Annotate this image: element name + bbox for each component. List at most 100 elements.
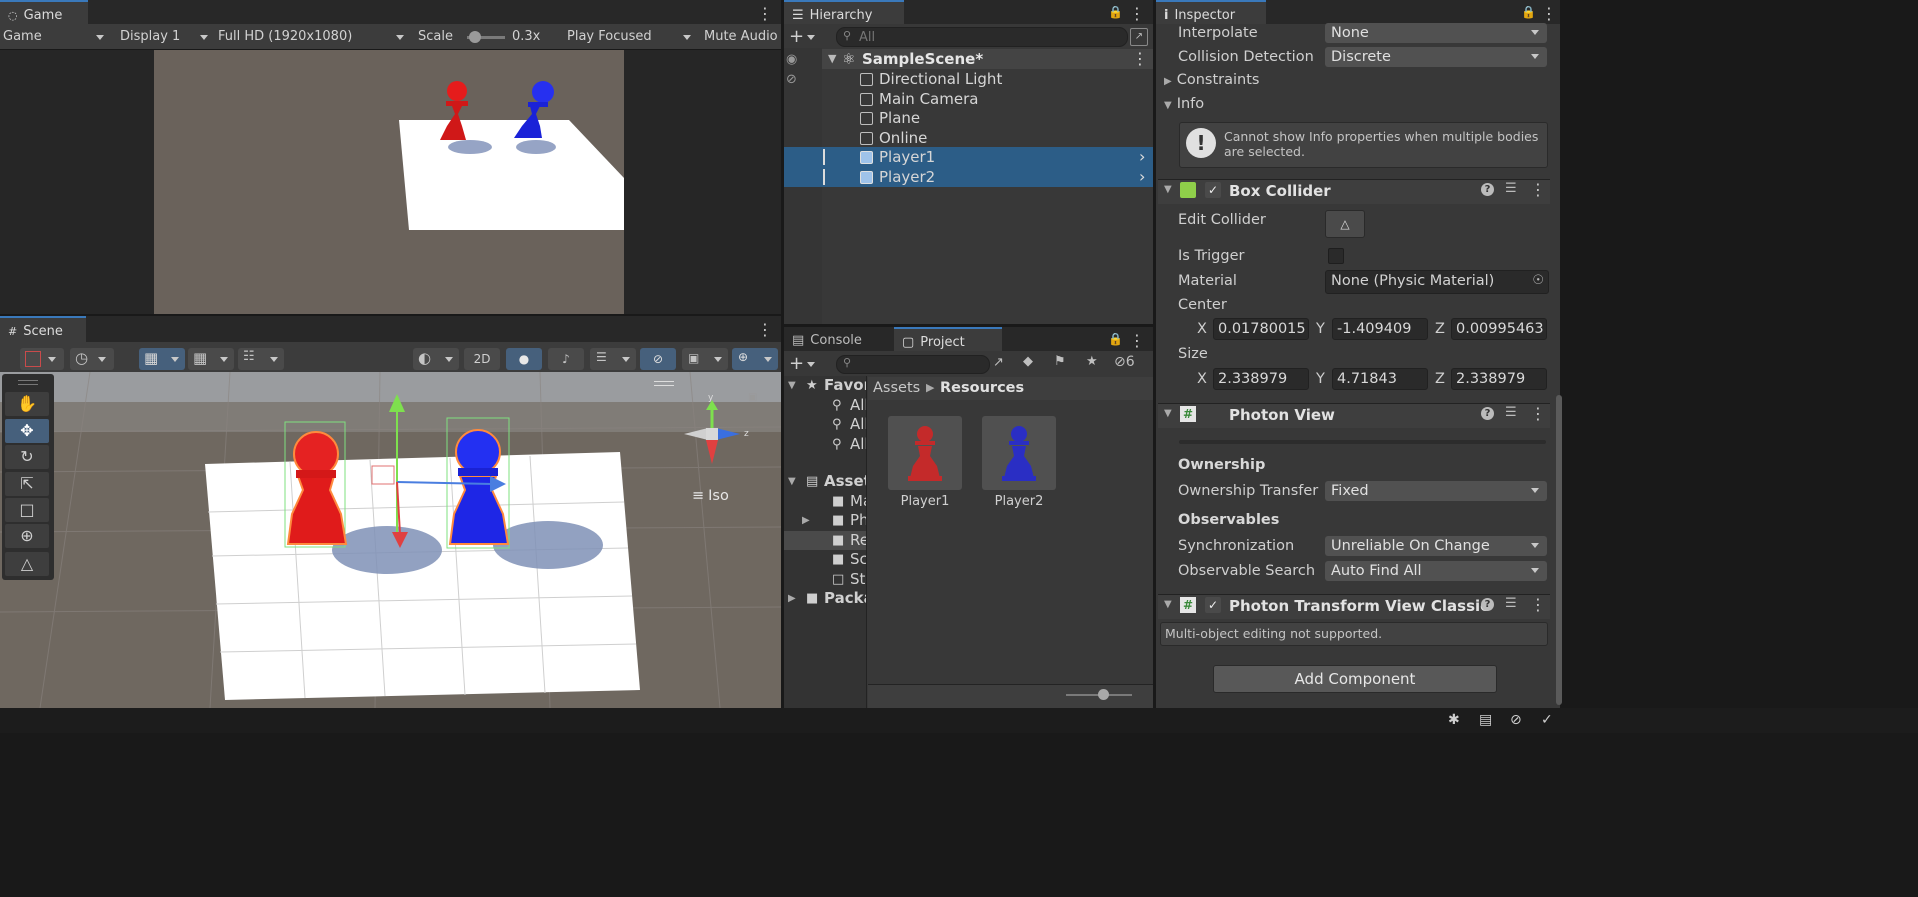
- project-tree-item[interactable]: ■ Resources: [784, 530, 866, 550]
- project-menu-icon[interactable]: ⋮: [1129, 331, 1145, 351]
- project-tree-item[interactable]: ▼ ▤ Assets: [784, 472, 866, 491]
- help-icon[interactable]: ?: [1481, 183, 1494, 196]
- gizmo-lock-icon[interactable]: ▣: [748, 392, 757, 403]
- resolution-dropdown[interactable]: Full HD (1920x1080): [218, 27, 408, 47]
- project-add-button[interactable]: +: [789, 353, 816, 374]
- project-tree-item[interactable]: ⚲ All: [784, 415, 866, 434]
- help-icon[interactable]: ?: [1481, 407, 1494, 420]
- label-tag-icon[interactable]: ⚑: [1054, 354, 1066, 369]
- shading-mode-button[interactable]: ◐: [413, 348, 459, 370]
- center-z-field[interactable]: 0.00995463: [1451, 318, 1547, 340]
- presets-icon[interactable]: ☰: [1505, 405, 1517, 420]
- rotate-tool-button[interactable]: ↻: [5, 445, 49, 469]
- breadcrumb-resources[interactable]: Resources: [940, 380, 1024, 396]
- project-tree-item[interactable]: ▶ ■ Packages: [784, 589, 866, 608]
- asset-tile[interactable]: Player1: [888, 416, 962, 512]
- center-x-field[interactable]: 0.01780015: [1213, 318, 1309, 340]
- collision-detection-dropdown[interactable]: Discrete: [1325, 47, 1547, 67]
- hierarchy-item[interactable]: Online: [784, 128, 1153, 148]
- observable-search-dropdown[interactable]: Auto Find All: [1325, 561, 1547, 581]
- game-menu-icon[interactable]: ⋮: [757, 4, 773, 24]
- hierarchy-item[interactable]: Plane: [784, 108, 1153, 128]
- filter-type-icon[interactable]: ◆: [1023, 354, 1033, 369]
- project-search-field[interactable]: ⚲: [836, 355, 990, 374]
- chevron-right-icon[interactable]: ▶: [802, 511, 810, 530]
- chevron-right-icon[interactable]: ›: [1139, 147, 1145, 167]
- tools-drag-handle[interactable]: [18, 380, 38, 385]
- scale-tool-button[interactable]: ⇱: [5, 472, 49, 496]
- toggle-2d-button[interactable]: 2D: [464, 348, 500, 370]
- hierarchy-item[interactable]: Main Camera: [784, 89, 1153, 109]
- custom-tool-button[interactable]: △: [5, 552, 49, 576]
- lighting-toggle-button[interactable]: ●: [506, 348, 542, 370]
- checkmark-circle-icon[interactable]: ✓: [1541, 712, 1553, 728]
- edit-collider-button[interactable]: △: [1325, 210, 1365, 238]
- play-focused-dropdown[interactable]: Play Focused: [567, 27, 692, 47]
- chevron-down-icon[interactable]: ▼: [788, 472, 796, 491]
- chevron-down-icon[interactable]: ▼: [788, 376, 796, 395]
- hierarchy-search-field[interactable]: ⚲: [836, 27, 1128, 47]
- hierarchy-add-button[interactable]: +: [789, 26, 816, 47]
- projection-toggle[interactable]: ≡ Iso: [692, 488, 729, 504]
- presets-icon[interactable]: ☰: [1505, 596, 1517, 611]
- rotate-snap-button[interactable]: ☷: [238, 348, 284, 370]
- hierarchy-menu-icon[interactable]: ⋮: [1129, 4, 1145, 24]
- search-options-icon[interactable]: ↗: [1130, 28, 1148, 46]
- size-z-field[interactable]: 2.338979: [1451, 368, 1547, 390]
- lock-icon[interactable]: 🔒: [1108, 332, 1124, 348]
- icon-size-handle[interactable]: [1098, 689, 1109, 700]
- scene-orientation-gizmo[interactable]: y z: [676, 394, 756, 474]
- scale-slider[interactable]: [467, 31, 505, 43]
- project-tree-item[interactable]: □ StreamingAssets: [784, 570, 866, 589]
- box-collider-enabled-checkbox[interactable]: ✓: [1205, 182, 1221, 198]
- draw-mode-button[interactable]: [20, 348, 64, 370]
- hand-tool-button[interactable]: ✋: [5, 392, 49, 416]
- inspector-scrollbar[interactable]: [1556, 395, 1562, 705]
- game-mode-dropdown[interactable]: Game: [3, 27, 107, 47]
- project-tree-item[interactable]: ▼ ★ Favorites: [784, 376, 866, 395]
- project-tree-item[interactable]: ■ Materials: [784, 492, 866, 511]
- rect-tool-button[interactable]: □: [5, 498, 49, 522]
- overlay-menu-handle[interactable]: [654, 381, 674, 386]
- project-tree-item[interactable]: ■ Scenes: [784, 550, 866, 569]
- chevron-right-icon[interactable]: ▶: [788, 589, 796, 608]
- presets-icon[interactable]: ☰: [1505, 181, 1517, 196]
- hierarchy-item[interactable]: › Player1: [784, 147, 1153, 168]
- effects-button[interactable]: ☰: [590, 348, 636, 370]
- globe-view-button[interactable]: ◷: [70, 348, 114, 370]
- constraints-foldout[interactable]: ▶ Constraints: [1164, 72, 1259, 88]
- asset-tile[interactable]: Player2: [982, 416, 1056, 512]
- display-dropdown[interactable]: Display 1: [120, 27, 210, 47]
- material-object-field[interactable]: None (Physic Material) ☉: [1325, 270, 1549, 294]
- gizmos-button[interactable]: ⊕: [732, 348, 778, 370]
- star-favorite-icon[interactable]: ★: [1086, 354, 1098, 369]
- photon-transform-enabled-checkbox[interactable]: ✓: [1205, 597, 1221, 613]
- synchronization-dropdown[interactable]: Unreliable On Change: [1325, 536, 1547, 556]
- inspector-menu-icon[interactable]: ⋮: [1541, 4, 1557, 24]
- tab-scene[interactable]: # Scene: [0, 316, 86, 344]
- component-menu-icon[interactable]: ⋮: [1530, 404, 1546, 423]
- interpolate-dropdown[interactable]: None: [1325, 23, 1547, 43]
- grid-snap-button[interactable]: ▦: [139, 348, 185, 370]
- chevron-down-icon[interactable]: ▼: [1164, 599, 1172, 610]
- chevron-right-icon[interactable]: ›: [1139, 167, 1145, 187]
- breadcrumb-assets[interactable]: Assets: [873, 380, 920, 396]
- search-by-type-icon[interactable]: ↗: [993, 355, 1004, 370]
- ownership-transfer-dropdown[interactable]: Fixed: [1325, 481, 1547, 501]
- scale-slider-handle[interactable]: [469, 31, 481, 43]
- project-tree-item[interactable]: ▶ ■ Photon: [784, 511, 866, 530]
- move-tool-button[interactable]: ✥: [5, 419, 49, 443]
- icon-size-slider[interactable]: [1066, 689, 1132, 700]
- lock-icon[interactable]: 🔒: [1108, 5, 1124, 21]
- scene-menu-icon[interactable]: ⋮: [757, 320, 773, 340]
- info-foldout[interactable]: ▼ Info: [1164, 96, 1204, 112]
- visibility-toggle-button[interactable]: ⊘: [640, 348, 676, 370]
- add-component-button[interactable]: Add Component: [1213, 665, 1497, 693]
- project-tree-item[interactable]: ⚲ All: [784, 396, 866, 415]
- camera-button[interactable]: ▣: [682, 348, 728, 370]
- audio-toggle-button[interactable]: ♪: [548, 348, 584, 370]
- eye-icon[interactable]: ◉: [786, 52, 797, 67]
- project-tree-item[interactable]: ⚲ All: [784, 435, 866, 454]
- scene-root-row[interactable]: ▼ ⚛ SampleScene* ⋮: [822, 49, 1153, 69]
- component-menu-icon[interactable]: ⋮: [1530, 180, 1546, 199]
